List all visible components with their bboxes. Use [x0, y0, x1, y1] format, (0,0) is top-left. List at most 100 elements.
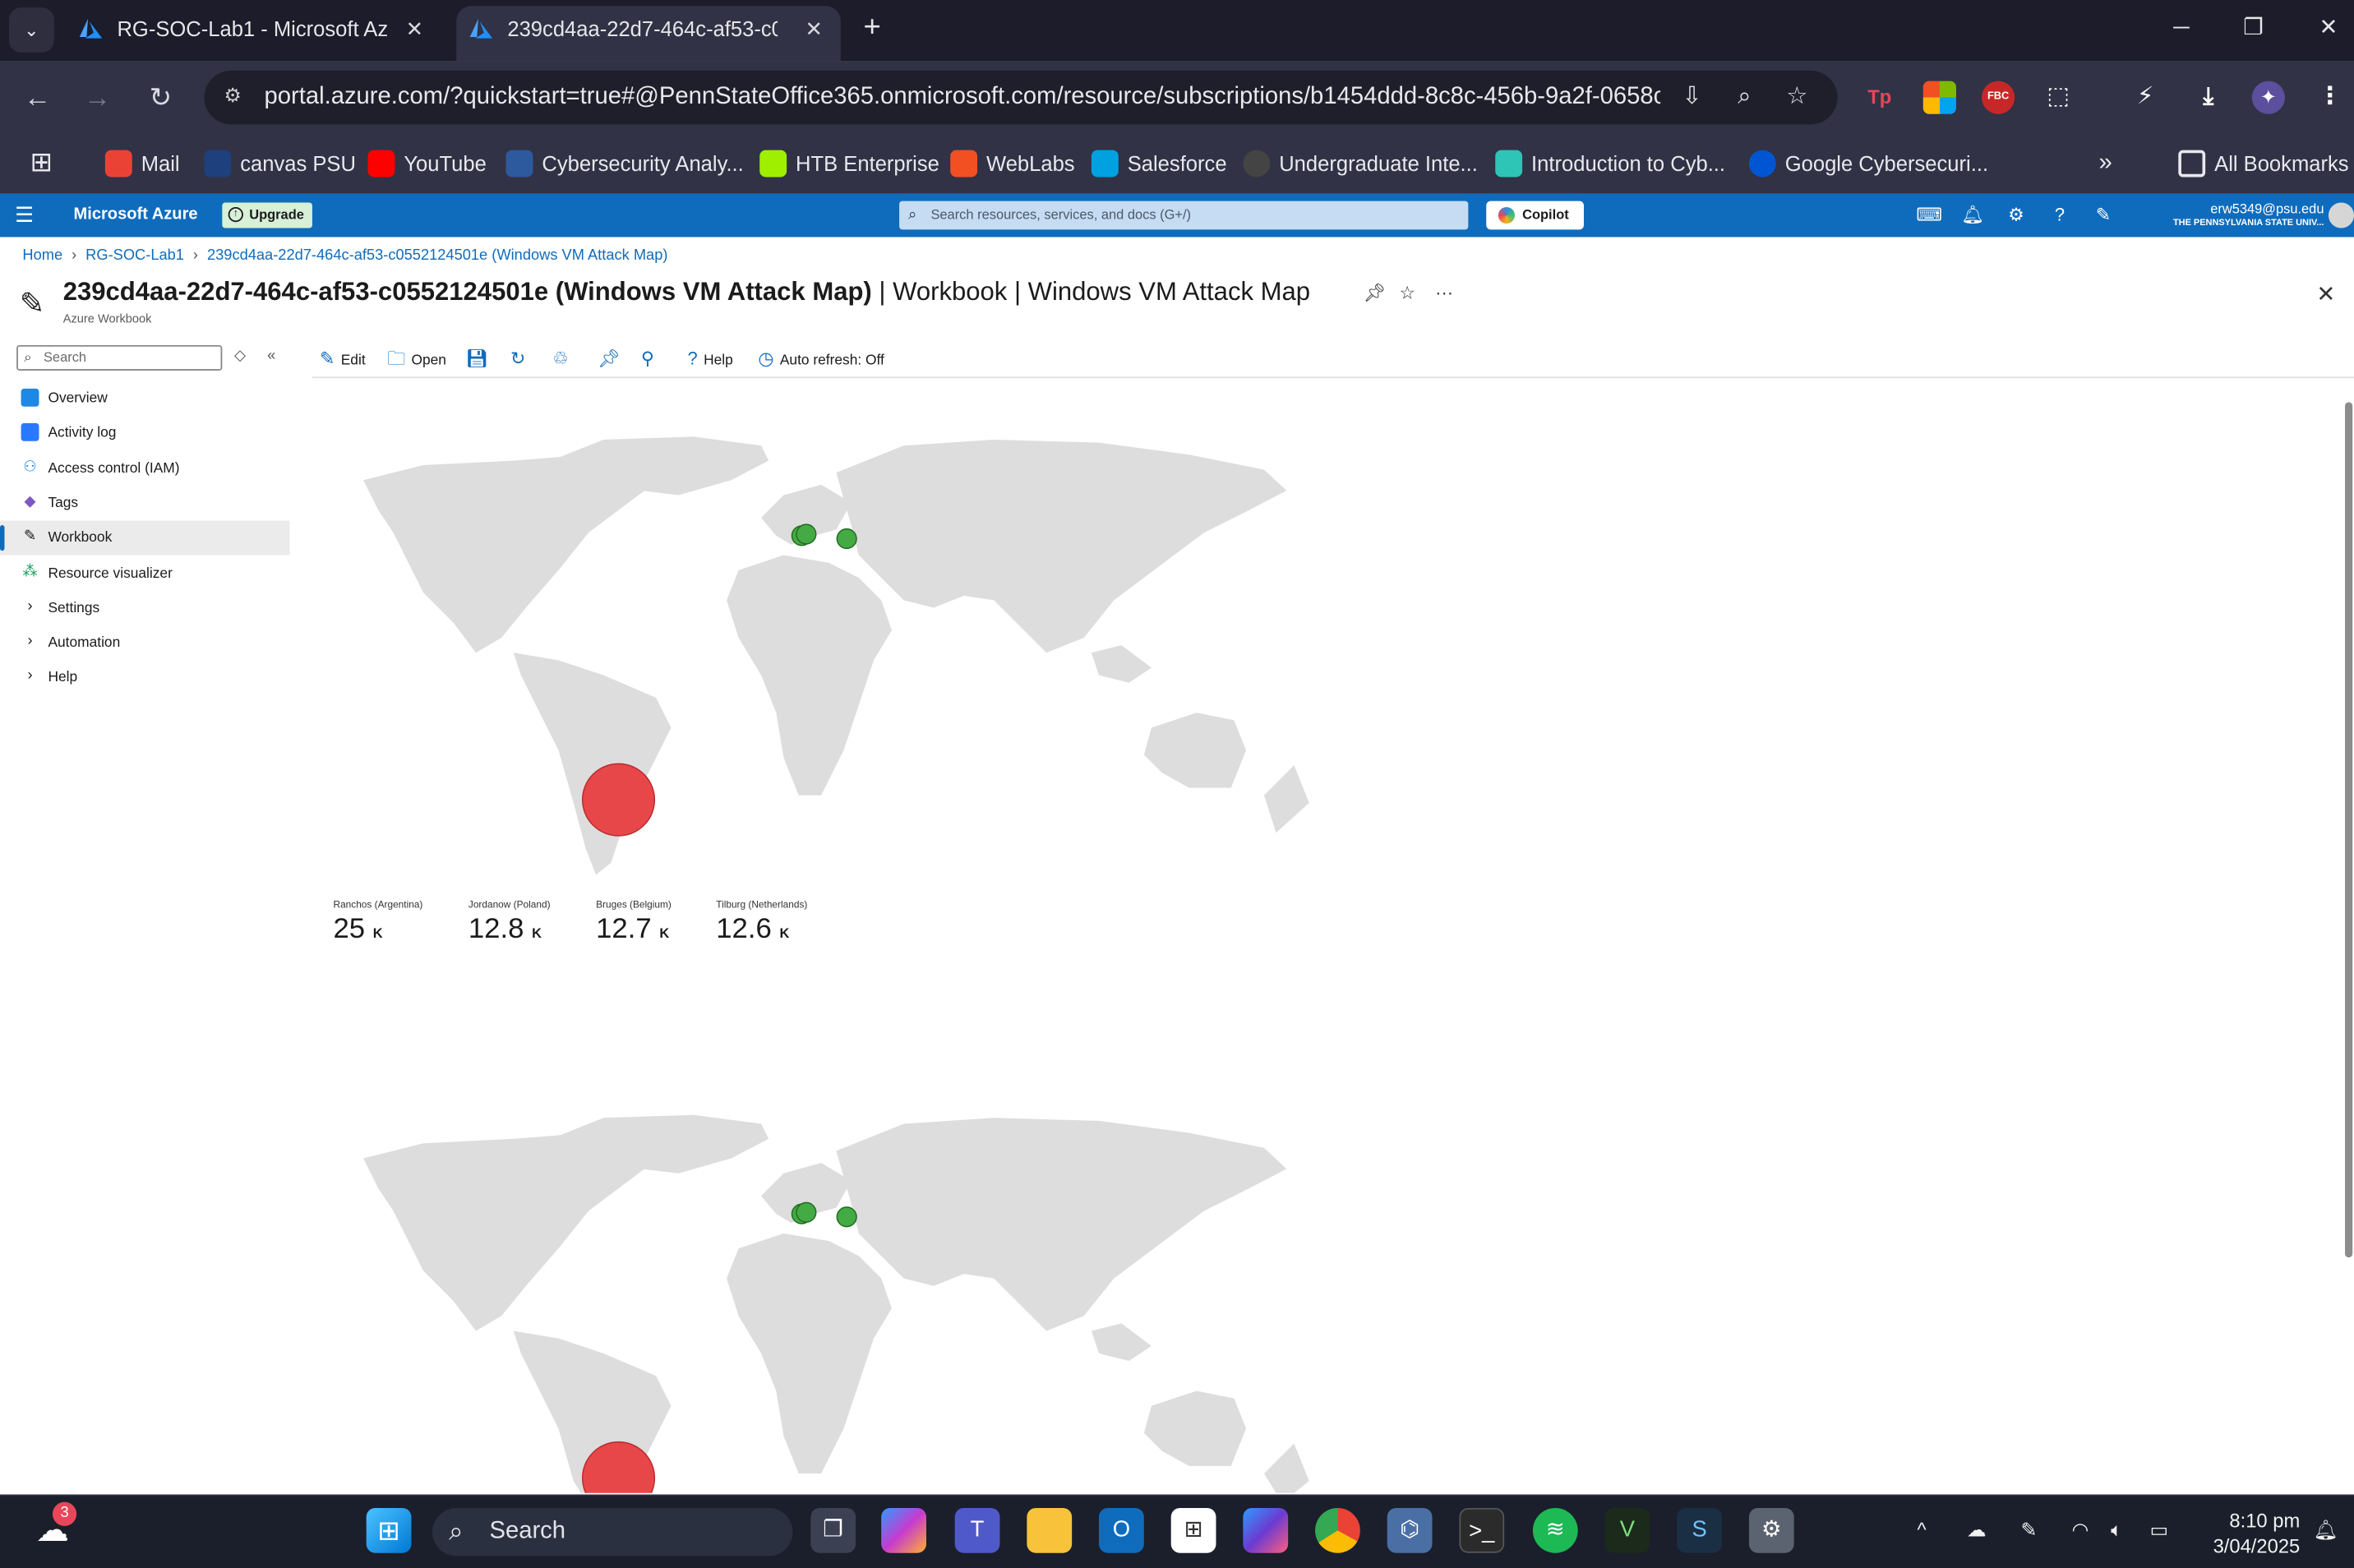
stat-tile[interactable]: Tilburg (Netherlands) 12.6 K [716, 901, 807, 950]
terminal-icon[interactable]: >_ [1459, 1507, 1505, 1553]
ssms-icon[interactable]: S [1677, 1507, 1723, 1553]
attack-marker-jordanow[interactable] [836, 528, 857, 550]
restore-icon[interactable]: ❐ [2216, 0, 2291, 57]
url-text[interactable]: portal.azure.com/?quickstart=true#@PennS… [264, 71, 1660, 125]
help-button[interactable]: ? Help [688, 348, 733, 372]
minimize-icon[interactable]: ─ [2144, 0, 2218, 57]
close-window-icon[interactable]: ✕ [2291, 0, 2354, 57]
nav-access-control[interactable]: ⚇ Access control (IAM) [0, 452, 290, 487]
global-search-input[interactable]: ⌕ Search resources, services, and docs (G… [899, 201, 1469, 230]
downloads-icon[interactable]: ⤓ [2192, 81, 2225, 114]
extension-tp-icon[interactable]: Tp [1863, 81, 1896, 114]
pin-to-dashboard-icon[interactable]: 📌︎ [598, 348, 626, 372]
zoom-icon[interactable]: ⌕ [1728, 81, 1761, 114]
account-info[interactable]: erw5349@psu.edu THE PENNSYLVANIA STATE U… [2102, 201, 2324, 232]
browser-tab-active[interactable]: 239cd4aa-22d7-464c-af53-c0552124501e ✕ [456, 6, 841, 62]
avatar[interactable] [2328, 202, 2354, 228]
volume-icon[interactable]: 🔈︎ [2111, 1519, 2122, 1543]
upgrade-button[interactable]: ↑ Upgrade [222, 202, 312, 228]
help-icon[interactable]: ? [2043, 194, 2076, 238]
outlook-icon[interactable]: O [1099, 1507, 1144, 1553]
attack-marker-jordanow[interactable] [836, 1206, 857, 1228]
more-bookmarks-icon[interactable]: » [2098, 145, 2112, 182]
extensions-puzzle-icon[interactable]: ⬚ [2042, 81, 2075, 114]
performance-icon[interactable]: ⚡ [2129, 81, 2162, 114]
bookmark-item[interactable]: Google Cybersecuri... [1748, 145, 1988, 182]
start-windows-icon[interactable]: ⊞ [366, 1507, 412, 1553]
refresh-icon[interactable]: ↻ [510, 348, 532, 372]
wifi-icon[interactable]: ◠ [2072, 1519, 2089, 1543]
resource-menu-search[interactable]: ⌕ Search [16, 344, 223, 371]
edit-button[interactable]: ✎ Edit [320, 348, 366, 372]
attack-marker-bruges[interactable] [796, 523, 817, 545]
pen-icon[interactable]: ✎ [2021, 1519, 2038, 1543]
share-feedback-icon[interactable]: ⚲ [641, 348, 660, 372]
nav-settings[interactable]: › Settings [0, 591, 290, 625]
pin-icon[interactable]: 📌︎ [1363, 282, 1386, 303]
collapse-menu-icon[interactable]: « [267, 348, 275, 365]
task-view-icon[interactable]: ❐ [810, 1507, 856, 1553]
stat-tile[interactable]: Ranchos (Argentina) 25 K [333, 901, 422, 950]
system-clock[interactable]: 8:10 pm 3/04/2025 [2195, 1508, 2301, 1559]
vb-app-icon[interactable]: V [1604, 1507, 1650, 1553]
settings-gear-icon[interactable]: ⚙ [2000, 194, 2033, 238]
breadcrumb-home[interactable]: Home [22, 247, 62, 264]
reload-icon[interactable]: ↻ [138, 75, 183, 120]
nav-overview[interactable]: Overview [0, 381, 290, 416]
profile-avatar-icon[interactable]: ✦ [2251, 81, 2285, 114]
cloud-shell-icon[interactable]: ⌨ [1913, 194, 1946, 238]
attack-marker-ranchos[interactable] [581, 763, 656, 837]
scrollbar-thumb[interactable] [2345, 402, 2353, 1258]
nav-workbook[interactable]: ✎ Workbook [0, 520, 290, 556]
bookmark-item[interactable]: Introduction to Cyb... [1495, 145, 1725, 182]
nav-activity-log[interactable]: Activity log [0, 416, 290, 450]
taskbar-search[interactable]: ⌕ Search [432, 1507, 793, 1556]
stat-tile[interactable]: Bruges (Belgium) 12.7 K [596, 901, 672, 950]
site-info-icon[interactable]: ⚙ [219, 84, 247, 111]
teams-icon[interactable]: T [954, 1507, 1000, 1553]
sort-icon[interactable]: ◇ [234, 348, 246, 365]
vm-app-icon[interactable]: ⌬ [1387, 1507, 1433, 1553]
copilot-button[interactable]: Copilot [1486, 201, 1584, 230]
show-hidden-icons[interactable]: ^ [1917, 1519, 1926, 1541]
spotify-icon[interactable]: ≋ [1532, 1507, 1578, 1553]
notifications-icon[interactable]: 🔔︎ [1956, 194, 1989, 238]
content-scrollbar[interactable] [2343, 387, 2354, 1490]
bookmark-item[interactable]: Mail [104, 145, 180, 182]
nav-help[interactable]: › Help [0, 660, 290, 694]
bookmark-item[interactable]: HTB Enterprise [759, 145, 939, 182]
microsoft-store-icon[interactable]: ⊞ [1170, 1507, 1216, 1553]
open-button[interactable]: 🗀︎ Open [387, 348, 446, 372]
forward-icon[interactable]: → [75, 75, 120, 120]
onedrive-icon[interactable]: ☁ [1967, 1519, 1987, 1543]
browser-tab[interactable]: RG-SOC-Lab1 - Microsoft Azure ✕ [66, 6, 441, 62]
more-options-icon[interactable]: ··· [1435, 282, 1453, 303]
m365-icon[interactable] [1243, 1507, 1289, 1553]
bookmark-star-icon[interactable]: ☆ [1780, 81, 1813, 114]
close-blade-icon[interactable]: ✕ [2316, 280, 2335, 307]
close-tab-icon[interactable]: ✕ [805, 6, 823, 51]
address-bar[interactable]: ⚙ portal.azure.com/?quickstart=true#@Pen… [204, 70, 1838, 125]
close-tab-icon[interactable]: ✕ [406, 6, 423, 51]
bookmark-item[interactable]: YouTube [367, 145, 487, 182]
bookmark-item[interactable]: WebLabs [950, 145, 1075, 182]
favorite-star-icon[interactable]: ☆ [1399, 282, 1415, 303]
extension-office-icon[interactable] [1922, 81, 1956, 114]
stat-tile[interactable]: Jordanow (Poland) 12.8 K [468, 901, 551, 950]
notification-center-icon[interactable]: 🔔︎ [2314, 1519, 2338, 1543]
bookmark-item[interactable]: canvas PSU [204, 145, 356, 182]
bookmark-item[interactable]: Cybersecurity Analy... [505, 145, 744, 182]
extension-red-icon[interactable]: FBC [1982, 81, 2015, 114]
browser-menu-icon[interactable]: ⋮ [2314, 81, 2347, 114]
file-explorer-icon[interactable] [1027, 1507, 1073, 1553]
portal-menu-icon[interactable]: ☰ [15, 194, 34, 238]
bookmark-item[interactable]: Undergraduate Inte... [1243, 145, 1478, 182]
battery-icon[interactable]: ▭ [2150, 1519, 2168, 1543]
bookmark-item[interactable]: Salesforce [1091, 145, 1227, 182]
breadcrumb-workbook[interactable]: 239cd4aa-22d7-464c-af53-c0552124501e (Wi… [207, 247, 667, 264]
all-bookmarks-button[interactable]: All Bookmarks [2178, 145, 2349, 182]
nav-resource-visualizer[interactable]: ⁂ Resource visualizer [0, 556, 290, 591]
apps-grid-icon[interactable]: ⊞ [30, 145, 53, 182]
settings-app-icon[interactable]: ⚙ [1748, 1507, 1794, 1553]
attack-marker-bruges[interactable] [796, 1201, 817, 1223]
